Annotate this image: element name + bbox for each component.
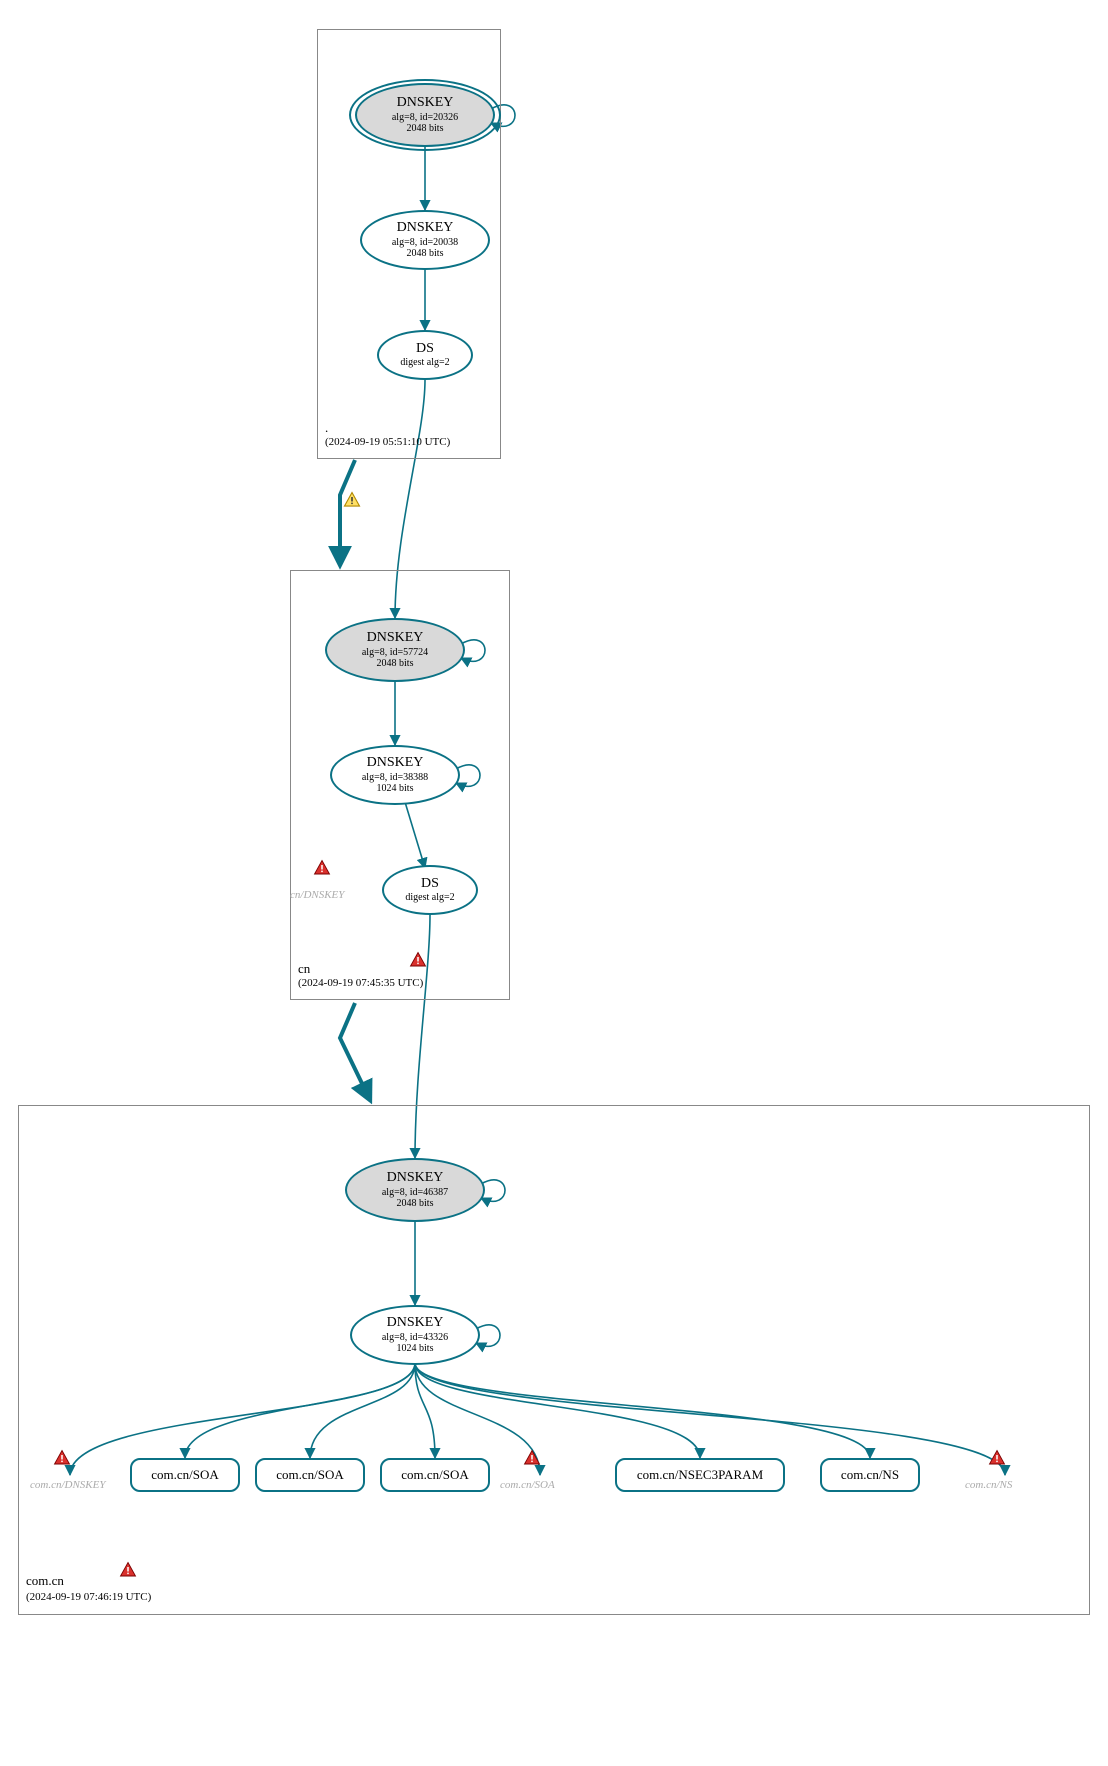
node-root_ds[interactable]: DSdigest alg=2 — [377, 330, 473, 380]
warning-icon[interactable] — [342, 491, 362, 509]
node-title: DS — [421, 876, 439, 892]
node-root_ksk[interactable]: DNSKEYalg=8, id=203262048 bits — [355, 83, 495, 147]
error-icon[interactable] — [118, 1561, 138, 1579]
node-detail: alg=8, id=43326 — [382, 1332, 448, 1344]
zone-comcn — [18, 1105, 1090, 1615]
node-title: DNSKEY — [367, 630, 424, 646]
node-rr_soa2[interactable]: com.cn/SOA — [255, 1458, 365, 1492]
ghost-g_comcn_ns: com.cn/NS — [965, 1479, 1012, 1491]
node-title: DS — [416, 341, 434, 357]
node-title: DNSKEY — [387, 1170, 444, 1186]
node-comcn_zsk[interactable]: DNSKEYalg=8, id=433261024 bits — [350, 1305, 480, 1365]
node-title: DNSKEY — [397, 95, 454, 111]
zone-label-cn: cn — [298, 961, 310, 977]
error-icon[interactable] — [52, 1449, 72, 1467]
error-icon[interactable] — [522, 1449, 542, 1467]
error-icon[interactable] — [312, 859, 332, 877]
node-rr_ns[interactable]: com.cn/NS — [820, 1458, 920, 1492]
node-detail: 2048 bits — [397, 1198, 434, 1210]
node-cn_ds[interactable]: DSdigest alg=2 — [382, 865, 478, 915]
node-cn_zsk[interactable]: DNSKEYalg=8, id=383881024 bits — [330, 745, 460, 805]
node-detail: 2048 bits — [407, 248, 444, 260]
zone-label-root: . — [325, 420, 328, 436]
node-rr_soa3[interactable]: com.cn/SOA — [380, 1458, 490, 1492]
node-title: DNSKEY — [367, 755, 424, 771]
error-icon[interactable] — [987, 1449, 1007, 1467]
zone-timestamp-cn: (2024-09-19 07:45:35 UTC) — [298, 977, 423, 989]
node-title: DNSKEY — [387, 1315, 444, 1331]
zone-timestamp-comcn: (2024-09-19 07:46:19 UTC) — [26, 1591, 151, 1603]
node-cn_ksk[interactable]: DNSKEYalg=8, id=577242048 bits — [325, 618, 465, 682]
node-detail: alg=8, id=20038 — [392, 237, 458, 249]
node-comcn_ksk[interactable]: DNSKEYalg=8, id=463872048 bits — [345, 1158, 485, 1222]
node-detail: digest alg=2 — [405, 892, 454, 904]
error-icon[interactable] — [408, 951, 428, 969]
zone-timestamp-root: (2024-09-19 05:51:10 UTC) — [325, 436, 450, 448]
node-detail: alg=8, id=38388 — [362, 772, 428, 784]
node-detail: alg=8, id=57724 — [362, 647, 428, 659]
ghost-g_cn_dnskey: cn/DNSKEY — [290, 889, 344, 901]
zone-label-comcn: com.cn — [26, 1573, 64, 1589]
ghost-g_comcn_soa: com.cn/SOA — [500, 1479, 555, 1491]
ghost-g_comcn_dnskey: com.cn/DNSKEY — [30, 1479, 105, 1491]
node-rr_nsec3[interactable]: com.cn/NSEC3PARAM — [615, 1458, 785, 1492]
node-detail: alg=8, id=20326 — [392, 112, 458, 124]
node-detail: 2048 bits — [377, 658, 414, 670]
node-rr_soa1[interactable]: com.cn/SOA — [130, 1458, 240, 1492]
node-detail: alg=8, id=46387 — [382, 1187, 448, 1199]
node-detail: digest alg=2 — [400, 357, 449, 369]
node-title: DNSKEY — [397, 220, 454, 236]
node-detail: 1024 bits — [377, 783, 414, 795]
node-detail: 2048 bits — [407, 123, 444, 135]
node-detail: 1024 bits — [397, 1343, 434, 1355]
node-root_zsk[interactable]: DNSKEYalg=8, id=200382048 bits — [360, 210, 490, 270]
